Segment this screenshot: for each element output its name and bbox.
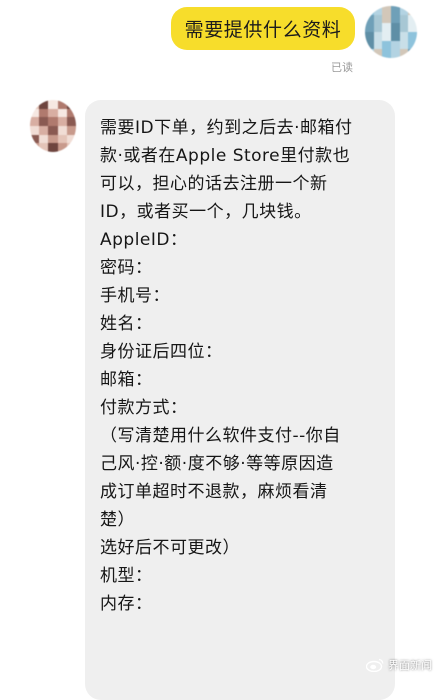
incoming-message-bubble[interactable]: 需要ID下单，约到之后去·邮箱付 款·或者在Apple Store里付款也 可以… — [85, 100, 395, 700]
message-line: 机型： — [100, 566, 153, 586]
message-line: ID，或者买一个，几块钱。 — [100, 202, 312, 222]
read-status: 已读 — [331, 61, 353, 74]
message-line: 内存： — [100, 594, 153, 614]
outgoing-message-bubble[interactable]: 需要提供什么资料 — [171, 7, 355, 50]
watermark: 界面新闻 — [366, 657, 432, 673]
weibo-icon — [366, 658, 384, 672]
message-line: 姓名： — [100, 314, 153, 334]
message-line: 需要ID下单，约到之后去·邮箱付 — [100, 118, 353, 138]
message-line: 己风·控·额·度不够·等等原因造 — [100, 454, 334, 474]
message-line: 选好后不可更改） — [100, 538, 240, 558]
message-line: （写清楚用什么软件支付--你自 — [100, 426, 341, 446]
message-line: 楚） — [100, 510, 135, 530]
message-line: 成订单超时不退款，麻烦看清 — [100, 482, 328, 502]
watermark-text: 界面新闻 — [388, 659, 432, 672]
message-line: 身份证后四位： — [100, 342, 223, 362]
sender-avatar[interactable] — [365, 6, 417, 58]
message-line: 手机号： — [100, 286, 170, 306]
message-line: AppleID： — [100, 230, 188, 250]
message-line: 密码： — [100, 258, 153, 278]
message-line: 邮箱： — [100, 370, 153, 390]
outgoing-message-text: 需要提供什么资料 — [184, 19, 342, 41]
message-line: 可以，担心的话去注册一个新 — [100, 174, 328, 194]
contact-avatar[interactable] — [30, 100, 76, 152]
message-line: 付款方式： — [100, 398, 188, 418]
message-line: 款·或者在Apple Store里付款也 — [100, 146, 351, 166]
